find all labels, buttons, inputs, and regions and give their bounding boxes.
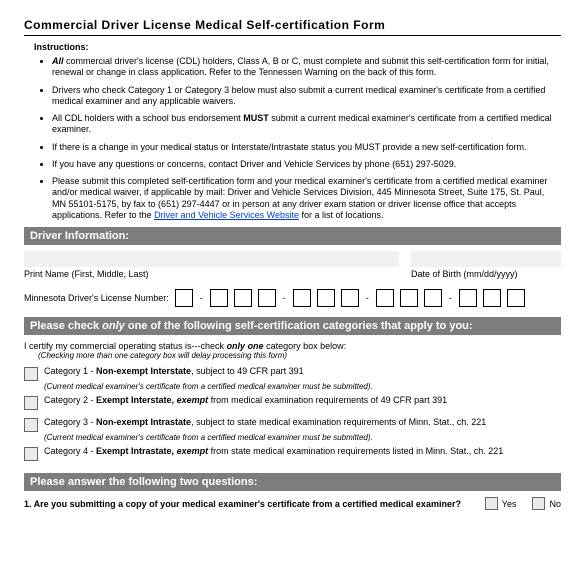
license-char-box[interactable]: [258, 289, 276, 307]
instructions-heading: Instructions:: [34, 42, 561, 52]
license-char-box[interactable]: [293, 289, 311, 307]
dash-icon: -: [282, 293, 287, 303]
category-2-checkbox[interactable]: [24, 396, 38, 410]
instruction-item: If you have any questions or concerns, c…: [52, 159, 555, 170]
instruction-item: Drivers who check Category 1 or Category…: [52, 85, 555, 108]
license-char-box[interactable]: [341, 289, 359, 307]
instruction-item: If there is a change in your medical sta…: [52, 142, 555, 153]
cert-sublead: (Checking more than one category box wil…: [38, 351, 561, 360]
instruction-item: All CDL holders with a school bus endors…: [52, 113, 555, 136]
category-4-checkbox[interactable]: [24, 447, 38, 461]
q1-no-checkbox[interactable]: [532, 497, 545, 510]
no-label: No: [549, 499, 561, 509]
yes-label: Yes: [502, 499, 517, 509]
dob-input[interactable]: [411, 251, 561, 267]
section-bar-categories: Please check only one of the following s…: [24, 317, 561, 335]
license-char-box[interactable]: [424, 289, 442, 307]
dob-label: Date of Birth (mm/dd/yyyy): [411, 269, 561, 279]
category-2-label: Category 2 - Exempt Interstate, exempt f…: [44, 395, 561, 405]
category-3-label: Category 3 - Non-exempt Intrastate, subj…: [44, 417, 561, 427]
license-char-box[interactable]: [234, 289, 252, 307]
license-char-box[interactable]: [210, 289, 228, 307]
section-bar-questions: Please answer the following two question…: [24, 473, 561, 491]
print-name-input[interactable]: [24, 251, 399, 267]
license-char-box[interactable]: [507, 289, 525, 307]
form-title: Commercial Driver License Medical Self-c…: [24, 18, 561, 36]
license-char-box[interactable]: [483, 289, 501, 307]
category-1-sub: (Current medical examiner's certificate …: [44, 382, 561, 391]
category-1-label: Category 1 - Non-exempt Interstate, subj…: [44, 366, 561, 376]
license-char-box[interactable]: [317, 289, 335, 307]
question-1-text: 1. Are you submitting a copy of your med…: [24, 499, 461, 509]
category-1-checkbox[interactable]: [24, 367, 38, 381]
instruction-item: All commercial driver's license (CDL) ho…: [52, 56, 555, 79]
dash-icon: -: [448, 293, 453, 303]
license-label: Minnesota Driver's License Number:: [24, 293, 169, 303]
license-char-box[interactable]: [459, 289, 477, 307]
license-char-box[interactable]: [400, 289, 418, 307]
dash-icon: -: [199, 293, 204, 303]
category-3-sub: (Current medical examiner's certificate …: [44, 433, 561, 442]
category-3-checkbox[interactable]: [24, 418, 38, 432]
dvs-website-link[interactable]: Driver and Vehicle Services Website: [154, 210, 299, 220]
q1-yes-checkbox[interactable]: [485, 497, 498, 510]
category-4-label: Category 4 - Exempt Intrastate, exempt f…: [44, 446, 561, 456]
instruction-item: Please submit this completed self-certif…: [52, 176, 555, 221]
print-name-label: Print Name (First, Middle, Last): [24, 269, 399, 279]
section-bar-driver-info: Driver Information:: [24, 227, 561, 245]
dash-icon: -: [365, 293, 370, 303]
cert-lead: I certify my commercial operating status…: [24, 341, 561, 351]
license-char-box[interactable]: [175, 289, 193, 307]
license-char-box[interactable]: [376, 289, 394, 307]
instructions-list: All commercial driver's license (CDL) ho…: [24, 56, 561, 221]
